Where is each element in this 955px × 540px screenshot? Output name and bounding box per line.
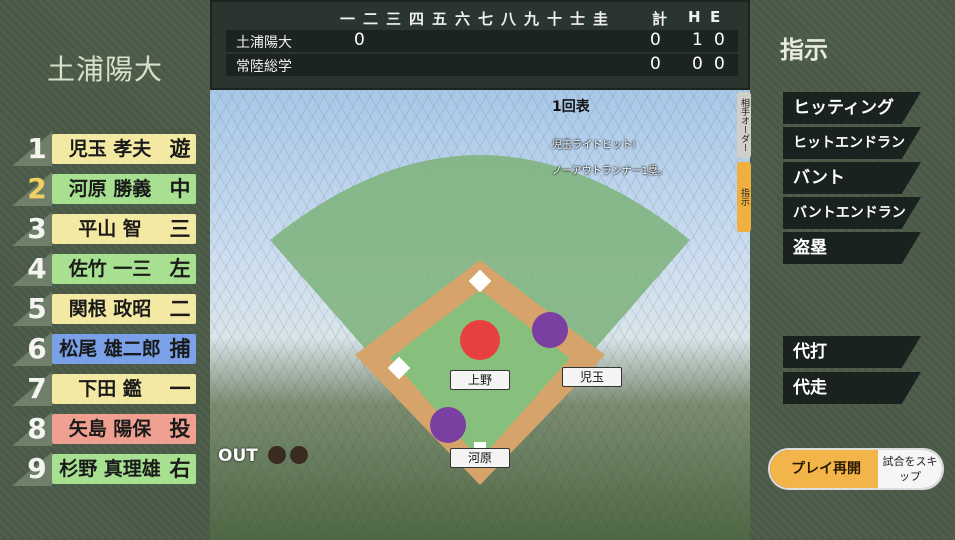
player-position[interactable]: 捕 (164, 334, 196, 364)
team-name: 土浦陽大 (46, 53, 163, 86)
player-label: 河原 (450, 448, 510, 468)
lineup-row: 3 平山 智 三 (12, 212, 202, 246)
inning-number: 六 (455, 10, 471, 28)
player-name[interactable]: 下田 鑑 (52, 374, 168, 404)
batting-order: 9 (27, 452, 47, 485)
score-errors: 0 (714, 30, 725, 50)
inning-number: 七 (478, 10, 494, 28)
score-team: 常陸総学 (236, 59, 292, 75)
inning-number: 八 (501, 10, 517, 28)
player-name[interactable]: 松尾 雄二郎 (52, 334, 168, 364)
command-button[interactable]: バント (783, 162, 921, 194)
hits-header: H (688, 8, 701, 26)
lineup-row: 8 矢島 陽保 投 (12, 412, 202, 446)
diamond-graphic (270, 155, 690, 485)
total-header: 計 (652, 10, 668, 28)
substitute-button[interactable]: 代走 (783, 372, 921, 404)
command-button[interactable]: バントエンドラン (783, 197, 921, 229)
lineup-row: 6 松尾 雄二郎 捕 (12, 332, 202, 366)
player-name[interactable]: 佐竹 一三 (52, 254, 168, 284)
lineup-row: 1 児玉 孝夫 遊 (12, 132, 202, 166)
inning-number: 一 (340, 10, 356, 28)
player-name[interactable]: 平山 智 (52, 214, 168, 244)
inning-label: 1回表 (552, 99, 590, 115)
runner-figure (532, 312, 568, 348)
inning-number: 圭 (593, 10, 609, 28)
lineup-row: 5 関根 政昭 二 (12, 292, 202, 326)
batting-order: 2 (27, 172, 47, 205)
player-position[interactable]: 遊 (164, 134, 196, 164)
player-position[interactable]: 左 (164, 254, 196, 284)
score-total: 0 (650, 54, 661, 74)
substitute-button[interactable]: 代打 (783, 336, 921, 368)
player-name[interactable]: 杉野 真理雄 (52, 454, 168, 484)
player-position[interactable]: 二 (164, 294, 196, 324)
player-name[interactable]: 関根 政昭 (52, 294, 168, 324)
play-message: 児玉ライトヒット! (552, 140, 637, 151)
field-view: 上野 児玉 河原 1回表 児玉ライトヒット! ノーアウトランナー1塁。 OUT (210, 90, 750, 540)
inning-number: 十 (547, 10, 563, 28)
batter-figure (430, 407, 466, 443)
score-errors: 0 (714, 54, 725, 74)
resume-label[interactable]: プレイ再開 (770, 450, 882, 488)
score-total: 0 (650, 30, 661, 50)
inning-number: 三 (386, 10, 402, 28)
out-label: OUT (218, 446, 258, 466)
player-name[interactable]: 児玉 孝夫 (52, 134, 168, 164)
batting-order: 7 (27, 372, 47, 405)
tab-directive[interactable]: 指示 (737, 162, 751, 232)
score-row-away: 土浦陽大 0 0 1 0 (226, 30, 738, 52)
out-indicator (268, 446, 286, 464)
player-label: 上野 (450, 370, 510, 390)
player-label: 児玉 (562, 367, 622, 387)
inning-number: 士 (570, 10, 586, 28)
errors-header: E (710, 8, 721, 26)
command-button[interactable]: ヒットエンドラン (783, 127, 921, 159)
out-indicator (290, 446, 308, 464)
score-innings: 0 (354, 30, 365, 50)
score-row-home: 常陸総学 0 0 0 (226, 54, 738, 76)
inning-number: 五 (432, 10, 448, 28)
pitcher-figure (460, 320, 500, 360)
score-hits: 0 (692, 54, 703, 74)
command-button[interactable]: 盗塁 (783, 232, 921, 264)
directive-title: 指示 (780, 36, 828, 64)
inning-number: 九 (524, 10, 540, 28)
scoreboard: 一二三四五六七八九十士圭 計 H E 土浦陽大 0 0 1 0 常陸総学 0 0… (210, 0, 750, 90)
lineup-row: 4 佐竹 一三 左 (12, 252, 202, 286)
resume-button[interactable]: プレイ再開 試合をスキップ (768, 448, 944, 490)
player-position[interactable]: 右 (164, 454, 196, 484)
inning-number: 二 (363, 10, 379, 28)
lineup-row: 7 下田 鑑 一 (12, 372, 202, 406)
batting-order: 6 (27, 332, 47, 365)
player-position[interactable]: 中 (164, 174, 196, 204)
score-hits: 1 (692, 30, 703, 50)
lineup-row: 2 河原 勝義 中 (12, 172, 202, 206)
batting-order: 5 (27, 292, 47, 325)
player-name[interactable]: 河原 勝義 (52, 174, 168, 204)
player-position[interactable]: 投 (164, 414, 196, 444)
score-team: 土浦陽大 (236, 35, 292, 51)
play-message: ノーアウトランナー1塁。 (552, 166, 668, 177)
player-position[interactable]: 三 (164, 214, 196, 244)
tab-opponent-order[interactable]: 相手オーダー (737, 92, 751, 158)
skip-button[interactable]: 試合をスキップ (878, 450, 942, 488)
batting-order: 3 (27, 212, 47, 245)
lineup-row: 9 杉野 真理雄 右 (12, 452, 202, 486)
batting-order: 8 (27, 412, 47, 445)
batting-order: 1 (27, 132, 47, 165)
player-name[interactable]: 矢島 陽保 (52, 414, 168, 444)
command-button[interactable]: ヒッティング (783, 92, 921, 124)
player-position[interactable]: 一 (164, 374, 196, 404)
batting-order: 4 (27, 252, 47, 285)
inning-number: 四 (409, 10, 425, 28)
